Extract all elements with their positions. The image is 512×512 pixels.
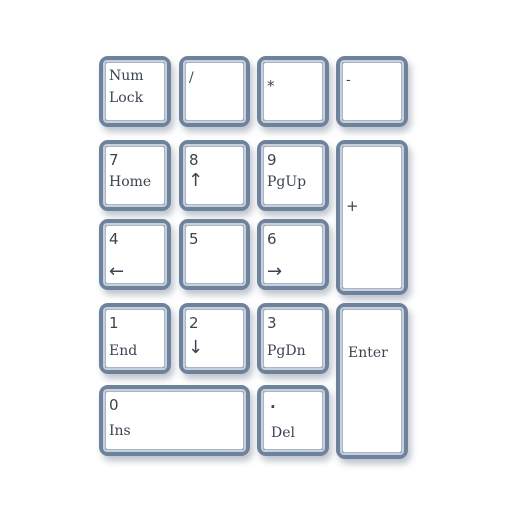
key-3-pgdn-label: PgDn [267,343,306,359]
num-lock-label-line2: Lock [109,90,144,106]
arrow-up-icon: ↑ [188,170,204,191]
key-4-digit: 4 [109,230,119,248]
key-2-digit: 2 [189,314,199,332]
enter-label: Enter [348,345,388,361]
divide-label: / [189,70,194,86]
key-2-down[interactable]: 2 ↓ [179,303,250,374]
key-6-right[interactable]: 6 → [257,219,329,290]
key-0-ins[interactable]: 0 Ins [99,385,250,456]
multiply-key[interactable]: * [257,56,329,127]
arrow-left-icon: ← [109,261,125,282]
key-5-digit: 5 [189,230,199,248]
num-lock-label-line1: Num [109,68,144,84]
key-3-pgdn[interactable]: 3 PgDn [257,303,329,374]
key-5[interactable]: 5 [179,219,250,290]
num-lock-key[interactable]: Num Lock [99,56,171,127]
key-7-home-label: Home [109,174,152,190]
multiply-label: * [267,77,275,95]
key-0-digit: 0 [109,396,119,414]
add-label: + [346,197,359,215]
arrow-right-icon: → [267,261,283,282]
decimal-label: . [270,394,276,412]
key-9-pgup[interactable]: 9 PgUp [257,140,329,211]
decimal-del-key[interactable]: . Del [257,385,329,456]
key-8-digit: 8 [189,151,199,169]
key-7-digit: 7 [109,151,119,169]
subtract-label: - [346,72,351,88]
enter-key[interactable]: Enter [336,303,408,459]
key-9-pgup-label: PgUp [267,174,307,190]
arrow-down-icon: ↓ [188,337,204,358]
del-label: Del [271,425,295,441]
key-3-digit: 3 [267,314,277,332]
numeric-keypad: Num Lock / * - 7 Home 8 ↑ 9 PgUp + 4 ← 5… [0,0,512,512]
add-key[interactable]: + [336,140,408,295]
subtract-key[interactable]: - [336,56,408,127]
key-1-end-label: End [109,343,138,359]
key-4-left[interactable]: 4 ← [99,219,171,290]
key-7-home[interactable]: 7 Home [99,140,171,211]
key-8-up[interactable]: 8 ↑ [179,140,250,211]
key-9-digit: 9 [267,151,277,169]
key-6-digit: 6 [267,230,277,248]
key-1-end[interactable]: 1 End [99,303,171,374]
key-1-digit: 1 [109,314,119,332]
divide-key[interactable]: / [179,56,250,127]
key-0-ins-label: Ins [109,423,131,439]
